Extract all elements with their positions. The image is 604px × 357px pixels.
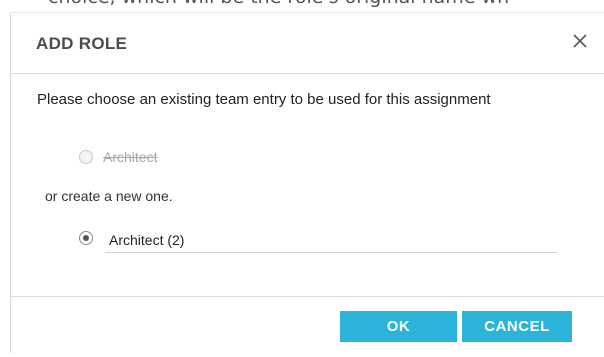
dialog-prompt: Please choose an existing team entry to … — [37, 91, 491, 108]
existing-entry-radio — [79, 150, 93, 164]
cancel-button[interactable]: CANCEL — [462, 311, 572, 342]
dialog-header: ADD ROLE — [11, 13, 604, 74]
existing-entry-label: Architect — [103, 149, 158, 165]
close-icon[interactable] — [570, 31, 590, 51]
ok-button[interactable]: OK — [340, 311, 457, 342]
or-create-text: or create a new one. — [45, 188, 173, 204]
dialog-body: Please choose an existing team entry to … — [11, 74, 604, 297]
new-entry-option[interactable] — [79, 231, 93, 245]
dialog-footer: OK CANCEL — [11, 297, 604, 357]
existing-entry-option: Architect — [79, 149, 157, 165]
background-page-text: choice, which will be the role's origina… — [48, 0, 509, 8]
add-role-dialog: ADD ROLE Please choose an existing team … — [10, 12, 604, 353]
new-entry-radio[interactable] — [79, 231, 93, 245]
dialog-title: ADD ROLE — [36, 34, 128, 53]
new-role-name-input[interactable] — [105, 228, 557, 253]
